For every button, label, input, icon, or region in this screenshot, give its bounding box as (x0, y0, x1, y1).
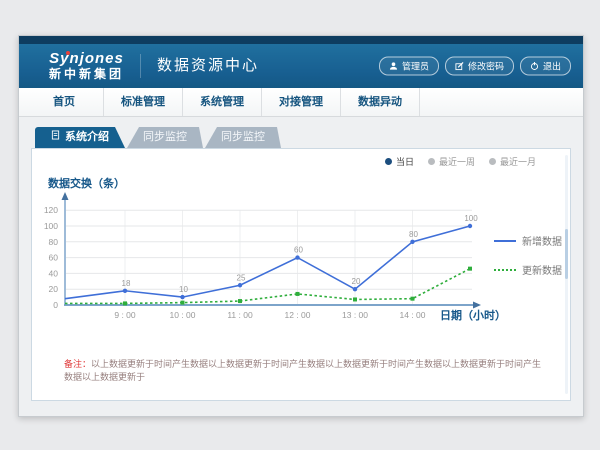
svg-text:20: 20 (352, 277, 361, 286)
logo-text-en: Synjones (49, 50, 124, 67)
footnote-prefix: 备注： (64, 359, 91, 369)
header-actions: 管理员 修改密码 退出 (379, 57, 571, 76)
legend-label: 新增数据 (522, 233, 562, 248)
admin-button-label: 管理员 (402, 60, 429, 73)
legend-item-new-data[interactable]: 新增数据 (494, 233, 562, 248)
svg-text:60: 60 (49, 253, 59, 263)
nav-item-interface-mgmt[interactable]: 对接管理 (262, 88, 341, 116)
scrollbar-thumb[interactable] (565, 229, 568, 279)
logout-button[interactable]: 退出 (520, 57, 571, 76)
svg-text:40: 40 (49, 268, 59, 278)
svg-text:10 : 00: 10 : 00 (170, 310, 196, 320)
svg-text:0: 0 (53, 300, 58, 310)
user-icon (389, 62, 398, 71)
svg-text:80: 80 (409, 230, 418, 239)
svg-text:25: 25 (237, 273, 246, 282)
legend-item-updated-data[interactable]: 更新数据 (494, 262, 562, 277)
svg-text:120: 120 (44, 205, 58, 215)
footnote: 备注：以上数据更新于时间产生数据以上数据更新于时间产生数据以上数据更新于时间产生… (64, 358, 546, 383)
legend-label: 更新数据 (522, 262, 562, 277)
dotted-line-swatch (494, 269, 516, 271)
admin-button[interactable]: 管理员 (379, 57, 439, 76)
tab-bar: 系统介绍 同步监控 同步监控 (19, 117, 583, 148)
change-password-button[interactable]: 修改密码 (445, 57, 514, 76)
svg-text:13 : 00: 13 : 00 (342, 310, 368, 320)
chart-panel: 当日 最近一周 最近一月 数据交换（条） 9 : 0010 : 0011 : 0… (31, 148, 571, 401)
change-password-label: 修改密码 (468, 60, 504, 73)
page-title: 数据资源中心 (140, 54, 259, 78)
nav-item-standard-mgmt[interactable]: 标准管理 (104, 88, 183, 116)
tab-system-intro[interactable]: 系统介绍 (35, 127, 125, 148)
solid-line-swatch (494, 240, 516, 242)
svg-text:9 : 00: 9 : 00 (114, 310, 136, 320)
tab-sync-monitor-1[interactable]: 同步监控 (127, 127, 203, 148)
power-icon (530, 62, 539, 71)
svg-text:14 : 00: 14 : 00 (400, 310, 426, 320)
app-window: Synjones 新中新集团 数据资源中心 管理员 修改密码 (18, 35, 584, 417)
nav-item-data-change[interactable]: 数据异动 (341, 88, 420, 116)
header-top-strip (19, 36, 583, 44)
svg-text:11 : 00: 11 : 00 (227, 310, 253, 320)
svg-text:100: 100 (464, 214, 478, 223)
content-area: 系统介绍 同步监控 同步监控 当日 最近一周 (19, 117, 583, 415)
x-axis-title: 日期（小时） (440, 307, 506, 323)
svg-text:20: 20 (49, 284, 59, 294)
svg-text:10: 10 (179, 285, 188, 294)
svg-text:60: 60 (294, 246, 303, 255)
tab-label: 同步监控 (143, 127, 187, 148)
footnote-text: 以上数据更新于时间产生数据以上数据更新于时间产生数据以上数据更新于时间产生数据以… (64, 359, 541, 382)
logo-text-cn: 新中新集团 (49, 68, 124, 81)
svg-text:12 : 00: 12 : 00 (285, 310, 311, 320)
logout-label: 退出 (543, 60, 561, 73)
svg-text:100: 100 (44, 221, 58, 231)
nav-item-home[interactable]: 首页 (25, 88, 104, 116)
svg-text:18: 18 (122, 279, 131, 288)
main-nav: 首页 标准管理 系统管理 对接管理 数据异动 (19, 88, 583, 117)
tab-label: 系统介绍 (65, 127, 109, 148)
nav-item-system-mgmt[interactable]: 系统管理 (183, 88, 262, 116)
svg-text:80: 80 (49, 237, 59, 247)
tab-label: 同步监控 (221, 127, 265, 148)
document-icon (51, 127, 60, 148)
tab-sync-monitor-2[interactable]: 同步监控 (205, 127, 281, 148)
series-legend: 新增数据 更新数据 (494, 233, 562, 277)
app-header: Synjones 新中新集团 数据资源中心 管理员 修改密码 (19, 44, 583, 88)
logo: Synjones 新中新集团 (49, 51, 124, 81)
edit-icon (455, 62, 464, 71)
